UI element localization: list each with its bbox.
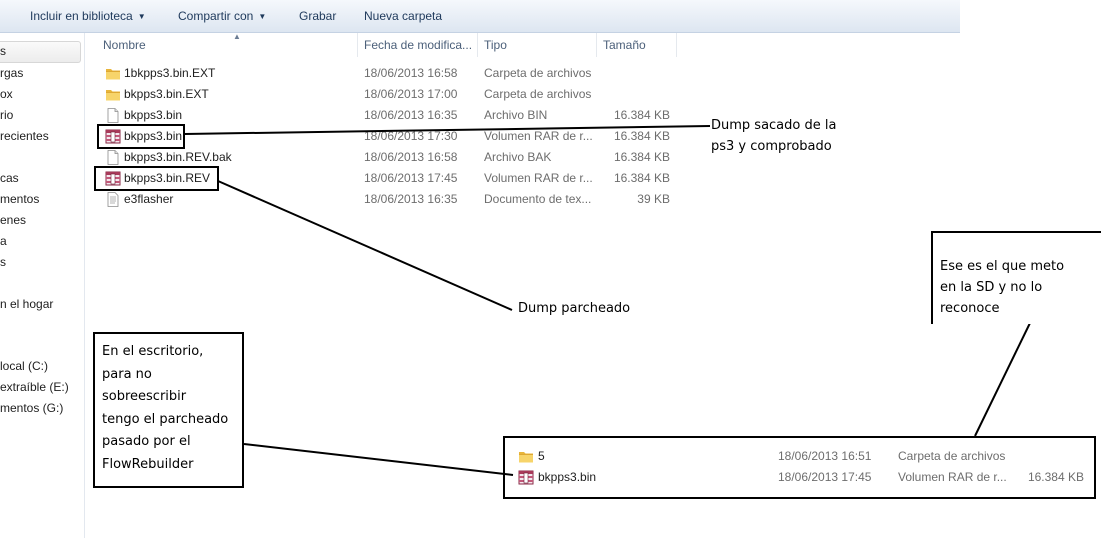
file-name: bkpps3.bin xyxy=(538,470,597,484)
folder-icon xyxy=(106,69,120,80)
column-header-name[interactable]: Nombre ▲ xyxy=(97,33,358,57)
nav-item-drive[interactable]: extraíble (E:) xyxy=(0,378,69,396)
nav-selected-highlight xyxy=(0,41,81,63)
note-patched-dump: Dump parcheado xyxy=(518,301,631,316)
nav-item[interactable]: recientes xyxy=(0,127,49,145)
file-row[interactable]: bkpps3.bin 18/06/2013 17:45 Volumen RAR de… xyxy=(515,467,1085,488)
file-icon xyxy=(107,150,119,165)
file-type: Archivo BIN xyxy=(484,108,548,122)
file-type: Volumen RAR de r... xyxy=(484,129,593,143)
file-name: bkpps3.bin.EXT xyxy=(124,87,209,101)
file-size xyxy=(1015,446,1084,467)
nav-item[interactable]: cas xyxy=(0,169,19,187)
file-size: 16.384 KB xyxy=(613,150,670,164)
desktop-files-box: 5 18/06/2013 16:51 Carpeta de archivos bkpp… xyxy=(503,436,1096,499)
dropdown-arrow-icon: ▼ xyxy=(258,12,267,21)
file-date: 18/06/2013 17:30 xyxy=(364,129,458,143)
file-row[interactable]: bkpps3.bin.REV.bak 18/06/2013 16:58 Archiv… xyxy=(102,147,682,168)
file-row[interactable]: bkpps3.bin 18/06/2013 17:30 Volumen RAR de… xyxy=(102,126,682,147)
burn-button[interactable]: Grabar xyxy=(299,8,336,24)
folder-icon xyxy=(519,452,533,463)
rar-icon xyxy=(518,470,534,485)
column-header-size[interactable]: Tamaño xyxy=(597,33,677,57)
highlight-box-original-dump xyxy=(97,124,185,149)
file-name: e3flasher xyxy=(124,192,174,206)
nav-item[interactable]: n el hogar xyxy=(0,295,53,313)
line-to-sd-note xyxy=(974,322,1031,437)
file-name: bkpps3.bin.REV.bak xyxy=(124,150,232,164)
nav-item-drive[interactable]: mentos (G:) xyxy=(0,399,63,417)
column-header-date[interactable]: Fecha de modifica... xyxy=(358,33,478,57)
nav-item[interactable]: ox xyxy=(0,85,13,103)
file-date: 18/06/2013 17:00 xyxy=(364,87,458,101)
file-type: Carpeta de archivos xyxy=(898,449,1006,463)
file-size xyxy=(590,84,670,105)
file-date: 18/06/2013 16:58 xyxy=(364,66,458,80)
sort-ascending-icon: ▲ xyxy=(233,33,241,41)
nav-item[interactable]: enes xyxy=(0,211,26,229)
file-type: Volumen RAR de r... xyxy=(898,470,1007,484)
file-type: Carpeta de archivos xyxy=(484,66,592,80)
file-date: 18/06/2013 16:51 xyxy=(778,449,872,463)
text-file-icon xyxy=(107,192,119,207)
file-name: 1bkpps3.bin.EXT xyxy=(124,66,216,80)
file-row[interactable]: e3flasher 18/06/2013 16:35 Documento de te… xyxy=(102,189,682,210)
file-type: Carpeta de archivos xyxy=(484,87,592,101)
file-date: 18/06/2013 17:45 xyxy=(364,171,458,185)
file-icon xyxy=(107,108,119,123)
file-size: 16.384 KB xyxy=(613,171,670,185)
include-in-library-button[interactable]: Incluir en biblioteca ▼ xyxy=(30,8,146,24)
nav-item[interactable]: rgas xyxy=(0,64,23,82)
note-original-dump: Dump sacado de la ps3 y comprobado xyxy=(711,118,837,154)
file-date: 18/06/2013 17:45 xyxy=(778,470,872,484)
file-row[interactable]: 1bkpps3.bin.EXT 18/06/2013 16:58 Carpeta d… xyxy=(102,63,682,84)
file-row[interactable]: 5 18/06/2013 16:51 Carpeta de archivos xyxy=(515,446,1085,467)
file-date: 18/06/2013 16:35 xyxy=(364,192,458,206)
nav-item[interactable]: rio xyxy=(0,106,13,124)
nav-item[interactable]: mentos xyxy=(0,190,39,208)
nav-item[interactable]: a xyxy=(0,232,7,250)
file-type: Volumen RAR de r... xyxy=(484,171,593,185)
desktop-note-box: En el escritorio, para no sobreescribir … xyxy=(93,332,244,488)
file-row[interactable]: bkpps3.bin 18/06/2013 16:35 Archivo BIN 16.… xyxy=(102,105,682,126)
navigation-pane: s rgas ox rio recientes cas mentos enes … xyxy=(0,33,85,538)
file-size xyxy=(590,63,670,84)
file-date: 18/06/2013 16:35 xyxy=(364,108,458,122)
column-headers: Nombre ▲ Fecha de modifica... Tipo Tamañ… xyxy=(85,33,685,57)
nav-item-drive[interactable]: local (C:) xyxy=(0,357,48,375)
file-name: 5 xyxy=(538,449,545,463)
folder-icon xyxy=(106,90,120,101)
highlight-box-patched-dump xyxy=(94,166,219,191)
file-type: Documento de tex... xyxy=(484,192,592,206)
dropdown-arrow-icon: ▼ xyxy=(137,12,146,21)
column-header-type[interactable]: Tipo xyxy=(478,33,597,57)
command-bar: Incluir en biblioteca ▼ Compartir con ▼ Gr… xyxy=(0,0,960,33)
share-with-button[interactable]: Compartir con ▼ xyxy=(178,8,266,24)
file-size: 39 KB xyxy=(637,192,670,206)
nav-item[interactable]: s xyxy=(0,42,6,60)
file-name: bkpps3.bin xyxy=(124,108,183,122)
sd-note-box: Ese es el que meto en la SD y no lo reco… xyxy=(931,231,1101,324)
nav-item[interactable]: s xyxy=(0,253,6,271)
new-folder-button[interactable]: Nueva carpeta xyxy=(364,8,442,24)
file-size: 16.384 KB xyxy=(1027,470,1084,484)
file-type: Archivo BAK xyxy=(484,150,552,164)
file-row[interactable]: bkpps3.bin.EXT 18/06/2013 17:00 Carpeta de… xyxy=(102,84,682,105)
file-date: 18/06/2013 16:58 xyxy=(364,150,458,164)
file-size: 16.384 KB xyxy=(613,108,670,122)
file-size: 16.384 KB xyxy=(613,129,670,143)
